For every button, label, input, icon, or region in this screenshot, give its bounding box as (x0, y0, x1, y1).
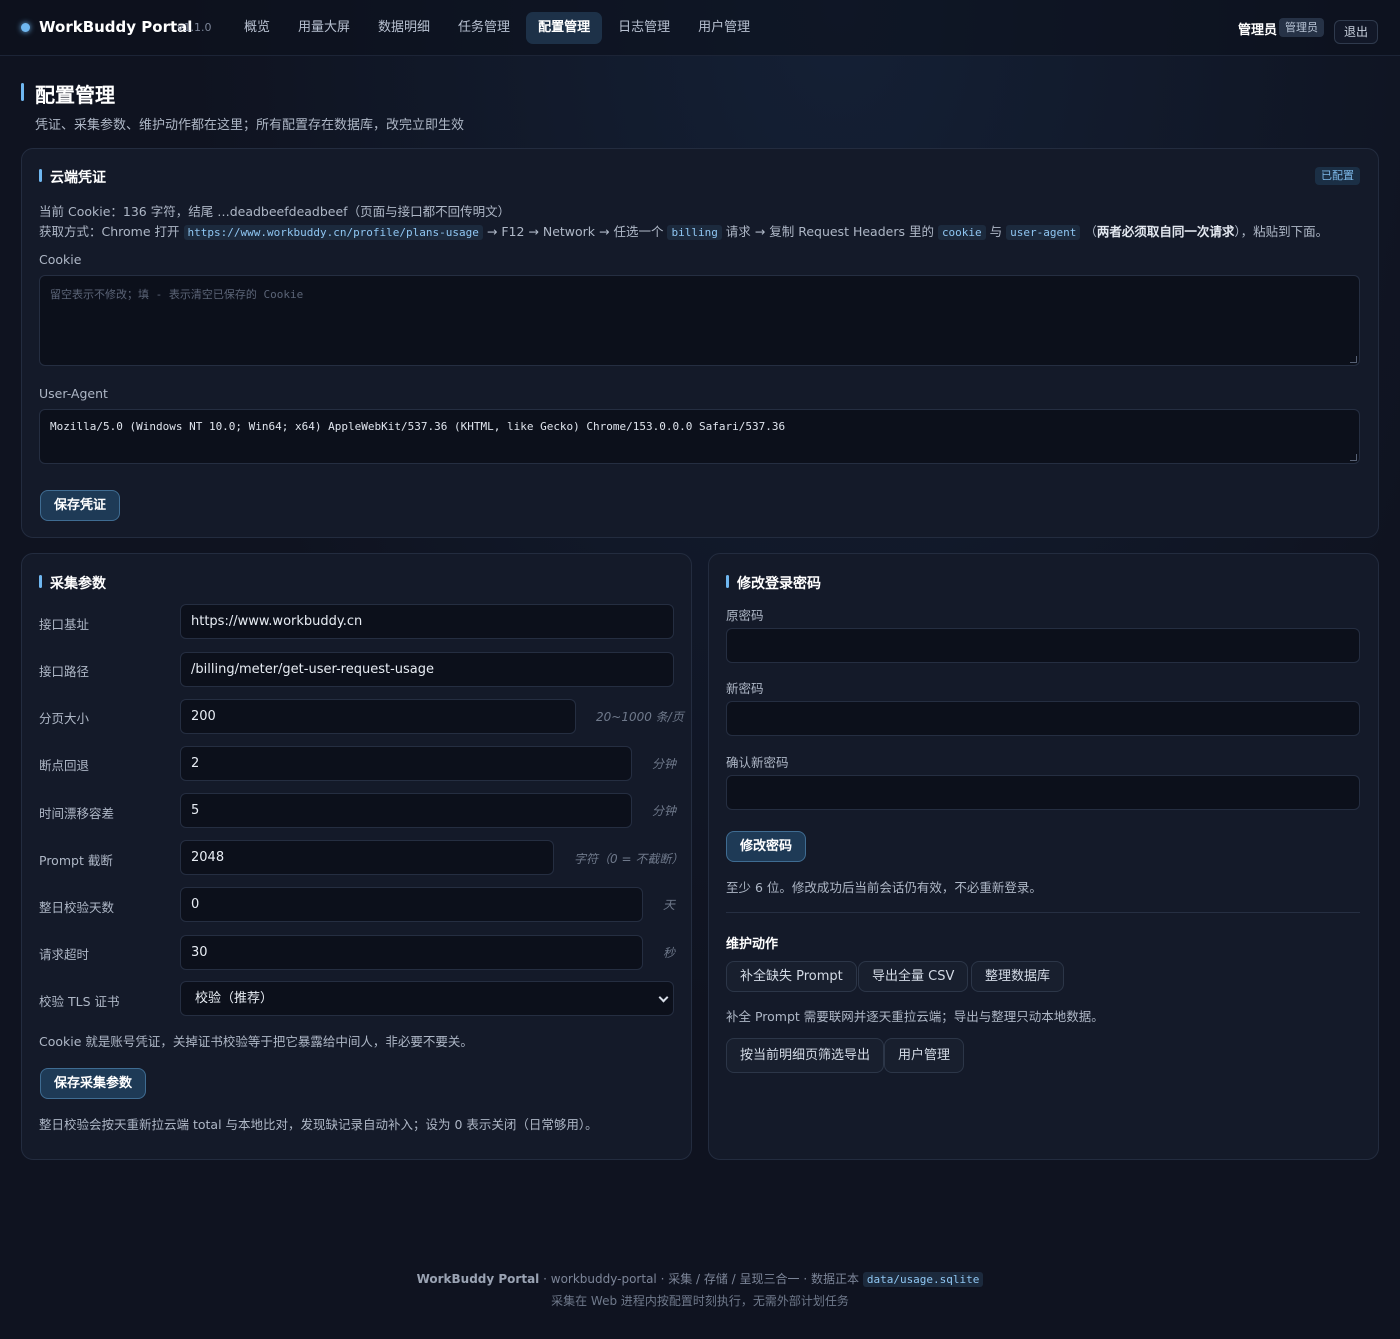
howto-suffix: ），粘贴到下面。 (1234, 224, 1329, 239)
credentials-title-accent (39, 169, 42, 182)
main-nav: 概览 用量大屏 数据明细 任务管理 配置管理 日志管理 用户管理 (232, 12, 766, 44)
howto-billing: billing (667, 225, 722, 240)
change-password-button[interactable]: 修改密码 (726, 831, 807, 862)
confirm-password-input[interactable] (726, 775, 1360, 810)
chevron-down-icon (658, 992, 669, 1003)
cookie-label: Cookie (39, 252, 82, 267)
drift-input[interactable]: 5 (180, 793, 632, 828)
api-path-input[interactable]: /billing/meter/get-user-request-usage (180, 652, 674, 687)
password-hint: 至少 6 位。修改成功后当前会话仍有效，不必重新登录。 (726, 880, 1042, 895)
brand-name[interactable]: WorkBuddy Portal (39, 18, 192, 36)
nav-item-data-detail[interactable]: 数据明细 (366, 12, 442, 44)
ua-resize-grip-icon[interactable] (1350, 454, 1357, 461)
field-label-page-size: 分页大小 (39, 711, 90, 726)
field-label-rewind: 断点回退 (39, 758, 90, 773)
footer-desc: · workbuddy-portal · 采集 / 存储 / 呈现三合一 · 数… (543, 1272, 859, 1286)
tls-select-value: 校验（推荐） (195, 991, 274, 1006)
export-full-csv-button[interactable]: 导出全量 CSV (858, 961, 969, 992)
logout-button[interactable]: 退出 (1334, 20, 1378, 44)
nav-item-logs[interactable]: 日志管理 (606, 12, 682, 44)
password-title-accent (726, 575, 729, 588)
nav-item-overview[interactable]: 概览 (232, 12, 282, 44)
verify-days-input[interactable]: 0 (180, 887, 643, 922)
credentials-title: 云端凭证 (50, 170, 106, 186)
drift-unit: 分钟 (652, 804, 677, 818)
user-management-button[interactable]: 用户管理 (884, 1038, 965, 1073)
field-label-prompt-trunc: Prompt 截断 (39, 853, 113, 868)
footer-db-path: data/usage.sqlite (862, 1272, 984, 1287)
new-password-label: 新密码 (726, 681, 764, 696)
howto-mid2: 请求 → 复制 Request Headers 里的 (725, 224, 934, 239)
prompt-trunc-unit: 字符（0 = 不截断） (574, 852, 684, 866)
cookie-resize-grip-icon[interactable] (1350, 356, 1357, 363)
confirm-password-label: 确认新密码 (726, 755, 789, 770)
field-label-verify-days: 整日校验天数 (39, 900, 115, 915)
current-user-name: 管理员 (1238, 23, 1278, 38)
old-password-input[interactable] (726, 628, 1360, 663)
howto-url: https://www.workbuddy.cn/profile/plans-u… (183, 225, 483, 240)
field-label-api-path: 接口路径 (39, 664, 90, 679)
page-title: 配置管理 (35, 83, 115, 107)
rewind-unit: 分钟 (652, 757, 677, 771)
ua-label: User-Agent (39, 386, 108, 401)
page-title-accent (21, 83, 24, 101)
password-title: 修改登录密码 (737, 576, 821, 592)
page-size-input[interactable]: 200 (180, 699, 576, 734)
maintenance-title: 维护动作 (726, 937, 779, 952)
nav-item-users[interactable]: 用户管理 (686, 12, 762, 44)
new-password-input[interactable] (726, 701, 1360, 736)
brand-dot-icon (21, 23, 30, 32)
old-password-label: 原密码 (726, 608, 764, 623)
timeout-input[interactable]: 30 (180, 935, 643, 970)
current-cookie-info: 当前 Cookie：136 字符，结尾 …deadbeefdeadbeef（页面… (39, 204, 511, 219)
user-role-badge: 管理员 (1279, 18, 1324, 37)
page-size-unit: 20~1000 条/页 (596, 710, 684, 724)
page-subtitle: 凭证、采集参数、维护动作都在这里；所有配置存在数据库，改完立即生效 (35, 118, 465, 133)
collect-title-accent (39, 575, 42, 588)
howto-cookie: cookie (937, 225, 986, 240)
prompt-trunc-input[interactable]: 2048 (180, 840, 554, 875)
section-divider (726, 912, 1360, 913)
field-label-tls: 校验 TLS 证书 (39, 994, 120, 1009)
tls-note: Cookie 就是账号凭证，关掉证书校验等于把它暴露给中间人，非必要不要关。 (39, 1034, 473, 1049)
timeout-unit: 秒 (663, 946, 676, 960)
howto-prefix: 获取方式：Chrome 打开 (39, 224, 180, 239)
app-version: v1.1.0 (177, 21, 212, 34)
footer-brand: WorkBuddy Portal (416, 1272, 540, 1286)
footer-line-2: 采集在 Web 进程内按配置时刻执行，无需外部计划任务 (551, 1294, 849, 1308)
howto-and: 与 (989, 224, 1003, 239)
howto-strong: 两者必须取自同一次请求 (1096, 224, 1235, 239)
cookie-textarea[interactable]: 留空表示不修改；填 - 表示清空已保存的 Cookie (39, 275, 1360, 366)
field-label-drift: 时间漂移容差 (39, 806, 115, 821)
top-navbar: WorkBuddy Portal v1.1.0 概览 用量大屏 数据明细 任务管… (0, 0, 1400, 56)
howto-open: （ (1084, 224, 1097, 239)
ua-textarea[interactable]: Mozilla/5.0 (Windows NT 10.0; Win64; x64… (39, 409, 1360, 464)
nav-item-tasks[interactable]: 任务管理 (446, 12, 522, 44)
credentials-status-badge: 已配置 (1315, 167, 1360, 185)
verify-days-unit: 天 (663, 898, 676, 912)
howto-mid1: → F12 → Network → 任选一个 (486, 224, 664, 239)
field-label-base-url: 接口基址 (39, 617, 90, 632)
nav-item-dashboard[interactable]: 用量大屏 (286, 12, 362, 44)
maintenance-note: 补全 Prompt 需要联网并逐天重拉云端；导出与整理只动本地数据。 (726, 1009, 1104, 1024)
credentials-howto: 获取方式：Chrome 打开 https://www.workbuddy.cn/… (39, 221, 1328, 240)
tls-select[interactable]: 校验（推荐） (180, 981, 674, 1016)
field-label-timeout: 请求超时 (39, 947, 90, 962)
base-url-input[interactable]: https://www.workbuddy.cn (180, 604, 674, 639)
save-credentials-button[interactable]: 保存凭证 (40, 490, 121, 521)
rewind-input[interactable]: 2 (180, 746, 632, 781)
collect-title: 采集参数 (50, 576, 106, 592)
tidy-database-button[interactable]: 整理数据库 (971, 961, 1065, 992)
howto-ua: user-agent (1006, 225, 1081, 240)
fill-missing-prompt-button[interactable]: 补全缺失 Prompt (726, 961, 857, 992)
footer-line-1: WorkBuddy Portal · workbuddy-portal · 采集… (0, 1270, 1400, 1287)
export-filtered-button[interactable]: 按当前明细页筛选导出 (726, 1038, 885, 1073)
save-collect-params-button[interactable]: 保存采集参数 (40, 1068, 147, 1099)
verify-footnote: 整日校验会按天重新拉云端 total 与本地比对，发现缺记录自动补入；设为 0 … (39, 1117, 598, 1132)
nav-item-config[interactable]: 配置管理 (526, 12, 603, 44)
